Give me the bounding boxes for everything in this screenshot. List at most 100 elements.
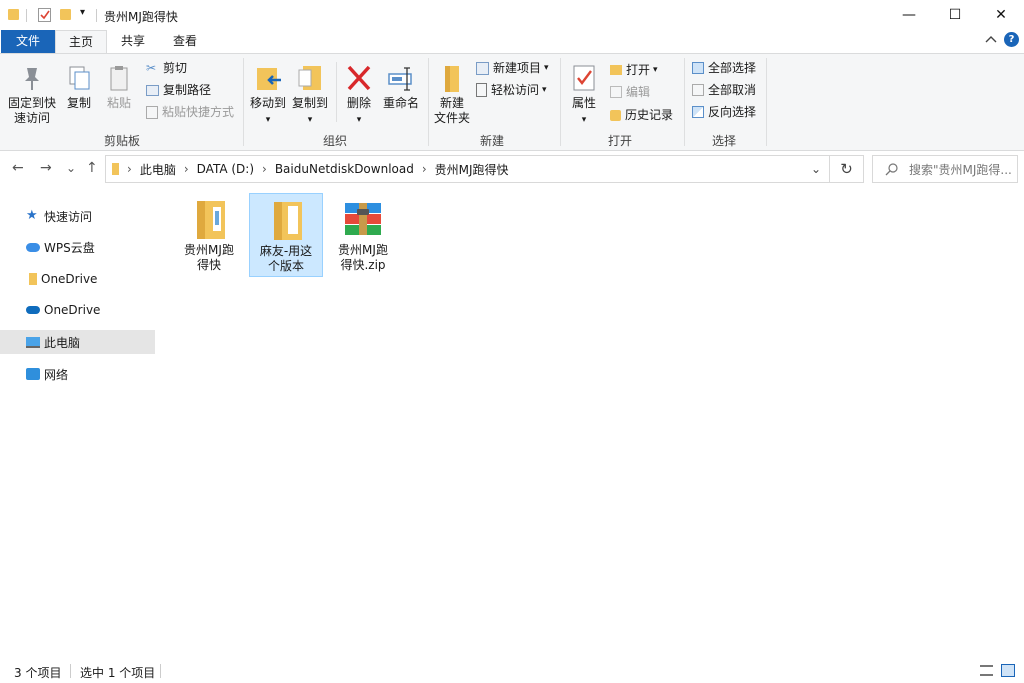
sidebar-item-wps-cloud[interactable]: WPS云盘: [0, 235, 155, 259]
new-folder-button[interactable]: 新建 文件夹: [432, 62, 472, 126]
cut-button[interactable]: ✂ 剪切: [146, 58, 187, 78]
status-separator: [160, 664, 161, 678]
edit-button[interactable]: 编辑: [610, 82, 650, 102]
sidebar-item-network[interactable]: 网络: [0, 362, 155, 386]
breadcrumb-this-pc[interactable]: 此电脑: [140, 161, 176, 178]
copy-button[interactable]: 复制: [62, 64, 96, 111]
select-none-label: 全部取消: [708, 83, 757, 97]
move-to-button[interactable]: 移动到 ▾: [248, 62, 288, 128]
sidebar-item-label: 快速访问: [44, 209, 93, 224]
sidebar-item-quick-access[interactable]: ★ 快速访问: [0, 204, 155, 228]
invert-selection-button[interactable]: 反向选择: [692, 102, 756, 122]
new-folder-label-2: 文件夹: [433, 111, 470, 125]
breadcrumb-sep: ›: [127, 162, 132, 176]
file-item-folder-selected[interactable]: 麻友-用这 个版本: [249, 193, 323, 277]
sidebar-item-label: OneDrive: [44, 303, 101, 317]
paste-shortcut-button[interactable]: 粘贴快捷方式: [146, 102, 234, 122]
address-dropdown-icon[interactable]: ⌄: [811, 162, 821, 176]
sidebar-item-this-pc[interactable]: 此电脑: [0, 330, 155, 354]
search-icon: [885, 163, 898, 176]
sidebar-item-onedrive-folder[interactable]: OneDrive: [0, 267, 155, 291]
qat-dropdown-icon[interactable]: ▾: [80, 7, 85, 18]
invert-selection-label: 反向选择: [708, 105, 757, 119]
open-caret: ▾: [653, 65, 658, 75]
ribbon-tabs: 文件 主页 共享 查看 ?: [0, 30, 1024, 53]
folder-icon: [197, 201, 225, 239]
qat-separator: [26, 9, 27, 22]
breadcrumb-current[interactable]: 贵州MJ跑得快: [435, 161, 509, 178]
new-item-button[interactable]: 新建项目 ▾: [476, 58, 549, 78]
sidebar-item-label: OneDrive: [41, 272, 98, 286]
star-icon: ★: [26, 208, 38, 223]
new-folder-icon: [445, 66, 459, 92]
paste-icon: [110, 66, 128, 91]
group-label-select: 选择: [711, 134, 736, 148]
open-button[interactable]: 打开 ▾: [610, 60, 658, 80]
address-bar[interactable]: › 此电脑 › DATA (D:) › BaiduNetdiskDownload…: [105, 155, 830, 183]
new-folder-qat-icon[interactable]: [60, 9, 71, 20]
easy-access-button[interactable]: 轻松访问 ▾: [476, 80, 547, 100]
tab-home[interactable]: 主页: [55, 30, 107, 53]
file-name-line1: 贵州MJ跑: [184, 243, 234, 257]
search-input[interactable]: 搜索"贵州MJ跑得...: [872, 155, 1018, 183]
copy-to-button[interactable]: 复制到 ▾: [290, 62, 330, 128]
breadcrumb-sep: ›: [421, 162, 427, 176]
properties-qat-icon[interactable]: [38, 8, 51, 22]
tab-share[interactable]: 共享: [110, 30, 156, 53]
file-item-folder[interactable]: 贵州MJ跑 得快: [172, 193, 246, 277]
select-all-label: 全部选择: [708, 61, 757, 75]
window-title: 贵州MJ跑得快: [104, 10, 178, 24]
help-icon[interactable]: ?: [1004, 32, 1019, 47]
tab-file[interactable]: 文件: [1, 30, 55, 53]
scissors-icon: ✂: [146, 60, 157, 75]
copy-icon: [69, 66, 90, 90]
history-icon: [610, 109, 621, 121]
properties-button[interactable]: 属性 ▾: [566, 62, 602, 128]
edit-icon: [610, 86, 622, 98]
maximize-button[interactable]: ☐: [932, 0, 978, 30]
forward-button[interactable]: →: [40, 160, 52, 176]
sidebar-item-label: 网络: [44, 367, 69, 382]
breadcrumb-sep: ›: [183, 162, 189, 176]
sidebar-item-onedrive[interactable]: OneDrive: [0, 298, 155, 322]
up-button[interactable]: ↑: [86, 160, 98, 176]
breadcrumb-data-drive[interactable]: DATA (D:): [197, 162, 254, 176]
collapse-ribbon-icon[interactable]: [984, 33, 998, 47]
select-none-button[interactable]: 全部取消: [692, 80, 756, 100]
minimize-button[interactable]: —: [886, 0, 932, 30]
file-name-line1: 贵州MJ跑: [338, 243, 388, 257]
paste-button[interactable]: 粘贴: [102, 64, 136, 111]
new-item-icon: [476, 61, 489, 75]
properties-icon: [573, 65, 595, 91]
large-icons-view-icon[interactable]: [1001, 664, 1015, 677]
folder-icon: [8, 9, 19, 20]
cut-label: 剪切: [163, 61, 188, 75]
group-label-new: 新建: [479, 134, 504, 148]
pin-label-1: 固定到快: [7, 96, 56, 110]
copy-to-icon: [298, 66, 321, 90]
paste-shortcut-icon: [146, 105, 158, 119]
details-view-icon[interactable]: [980, 665, 993, 676]
breadcrumb-baidu[interactable]: BaiduNetdiskDownload: [275, 162, 414, 176]
select-all-button[interactable]: 全部选择: [692, 58, 756, 78]
file-item-zip[interactable]: 贵州MJ跑 得快.zip: [326, 193, 400, 277]
delete-button[interactable]: 删除 ▾: [342, 62, 376, 128]
group-label-open: 打开: [607, 134, 632, 148]
tab-view[interactable]: 查看: [162, 30, 208, 53]
select-none-icon: [692, 84, 704, 96]
edit-label: 编辑: [626, 85, 651, 99]
recent-locations-button[interactable]: ⌄: [66, 161, 76, 175]
copy-path-button[interactable]: 复制路径: [146, 80, 211, 100]
properties-label: 属性: [571, 96, 596, 110]
close-button[interactable]: ✕: [978, 0, 1024, 30]
back-button[interactable]: ←: [12, 160, 24, 176]
refresh-button[interactable]: ↻: [830, 155, 864, 183]
folder-icon: [274, 202, 302, 240]
group-separator: [243, 58, 244, 146]
rename-button[interactable]: 重命名: [380, 62, 422, 111]
history-button[interactable]: 历史记录: [610, 105, 673, 125]
copy-label: 复制: [66, 96, 91, 110]
pin-quick-access-button[interactable]: 固定到快 速访问: [4, 64, 60, 126]
move-to-caret: ▾: [265, 115, 271, 125]
copy-path-icon: [146, 84, 159, 96]
